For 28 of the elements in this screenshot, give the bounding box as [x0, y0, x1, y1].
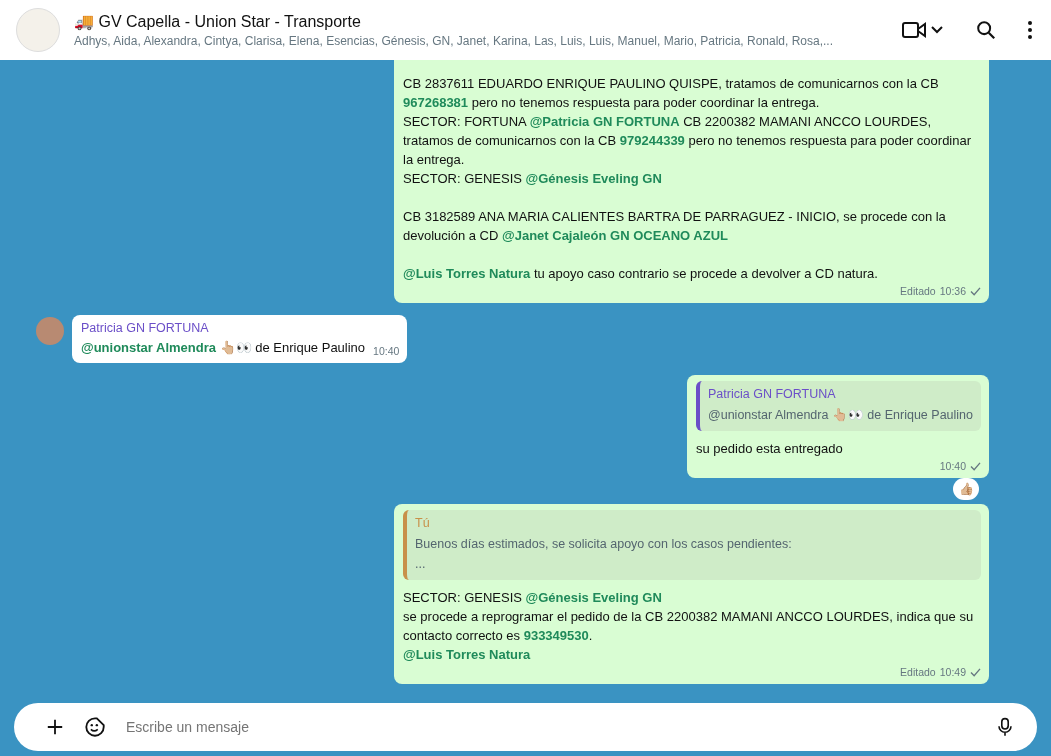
message-text: se procede a reprogramar el pedido de la CB 2200382 MAMANI ANCCO LOURDES, indica que su contacto correcto es 933349530. [403, 608, 975, 645]
quote-author: Tú [415, 516, 431, 530]
group-title[interactable]: 🚚 GV Capella - Union Star - Transporte [74, 12, 857, 31]
message-text: CB 3182589 ANA MARIA CALIENTES BARTRA DE PARRAGUEZ - INICIO, se procede con la devolución a CD @Janet Cajaleón GN OCEANO AZUL [403, 208, 947, 245]
message-input[interactable]: Escribe un mensaje [14, 703, 1037, 751]
message-time: 10:49 [939, 666, 966, 678]
quote-text: @unionstar Almendra 👆🏼👀 de Enrique Paulino [708, 407, 973, 424]
quote-author: Patricia GN FORTUNA [708, 387, 837, 401]
quote-text: ... [415, 556, 427, 573]
message-text: SECTOR: GENESIS @Génesis Eveling GN [403, 170, 663, 188]
edited-label: Editado [900, 666, 936, 678]
quote-text: Buenos días estimados, se solicita apoyo con los casos pendientes: [415, 536, 793, 553]
message-text: CB 2837611 EDUARDO ENRIQUE PAULINO QUISPE, tratamos de comunicarnos con la CB 967268381 pero no tenemos respuesta para poder coordinar la entrega. [403, 75, 940, 112]
quoted-message[interactable]: Tú Buenos días estimados, se solicita apoyo con los casos pendientes: ... [403, 510, 981, 580]
message-time: 10:40 [939, 460, 966, 472]
message-text: @unionstar Almendra 👆🏼👀 de Enrique Paulino [81, 339, 366, 357]
message-text: @Luis Torres Natura [403, 646, 532, 664]
sender-name[interactable]: Patricia GN FORTUNA [81, 321, 400, 335]
message-text: SECTOR: FORTUNA @Patricia GN FORTUNA CB 2200382 MAMANI ANCCO LOURDES, tratamos de comunicarnos con la CB 979244339 pero no tenemos respuesta para poder coordinar la entrega. [403, 113, 973, 169]
message-text: su pedido esta entregado [696, 440, 844, 458]
edited-label: Editado [900, 285, 936, 297]
message-time: 10:36 [939, 285, 966, 297]
reaction-badge[interactable]: 👍🏼 [953, 478, 979, 500]
message-time: 10:40 [373, 345, 400, 357]
quoted-message[interactable]: Patricia GN FORTUNA @unionstar Almendra 👆🏼👀 de Enrique Paulino [696, 381, 981, 431]
message-text: @Luis Torres Natura tu apoyo caso contrario se procede a devolver a CD natura. [403, 265, 879, 283]
member-list: Adhys, Aida, Alexandra, Cintya, Clarisa, Elena, Esencias, Génesis, GN, Janet, Karina, Las, Luis, Luis, Manuel, Mario, Patricia, Ronald, Rosa,... [74, 34, 857, 48]
message-text: SECTOR: GENESIS @Génesis Eveling GN [403, 589, 663, 607]
